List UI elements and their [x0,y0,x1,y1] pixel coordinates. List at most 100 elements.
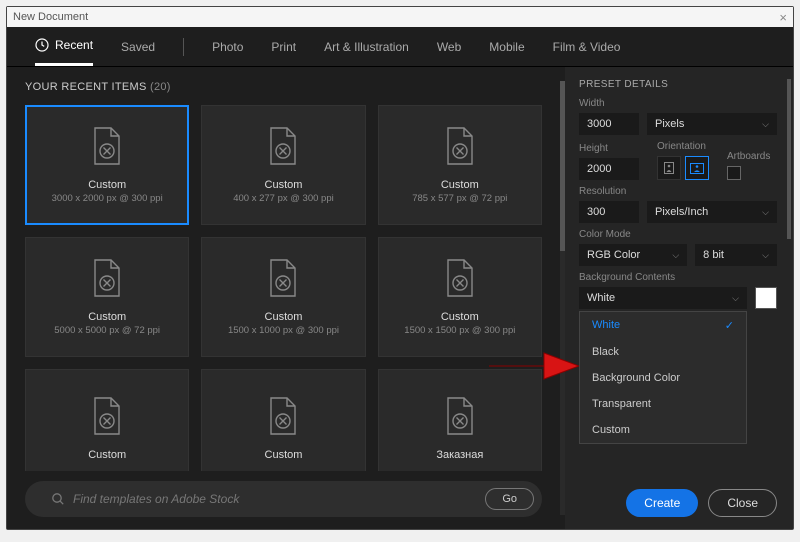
preset-card[interactable]: Custom [25,369,189,471]
file-x-icon [266,126,300,171]
file-x-icon [90,126,124,171]
resolution-input[interactable] [579,201,639,223]
preset-details-title: PRESET DETAILS [579,79,777,90]
preset-name: Заказная [436,449,483,461]
preset-detail: 400 x 277 px @ 300 ppi [233,193,334,204]
preset-name: Custom [265,449,303,461]
chevron-down-icon: ⌵ [762,119,769,130]
file-x-icon [266,396,300,441]
width-label: Width [579,98,777,109]
titlebar: New Document × [7,7,793,27]
height-label: Height [579,143,639,154]
tab-label: Mobile [489,40,524,54]
tab-photo[interactable]: Photo [212,27,243,66]
preset-name: Custom [441,179,479,191]
file-x-icon [443,396,477,441]
chevron-down-icon: ⌵ [762,250,769,261]
tab-mobile[interactable]: Mobile [489,27,524,66]
tab-label: Web [437,40,461,54]
window-title: New Document [13,11,88,23]
bg-option-custom[interactable]: Custom [580,417,746,443]
bitdepth-select[interactable]: 8 bit⌵ [695,244,777,266]
check-icon: ✓ [725,319,734,332]
preset-detail: 5000 x 5000 px @ 72 ppi [54,325,160,336]
search-placeholder: Find templates on Adobe Stock [73,492,485,506]
preset-grid: Custom3000 x 2000 px @ 300 ppiCustom400 … [25,105,542,471]
chevron-down-icon: ⌵ [762,207,769,218]
colormode-label: Color Mode [579,229,777,240]
artboards-label: Artboards [727,151,770,162]
dialog-footer: Create Close [579,479,777,517]
clock-icon [35,38,49,52]
file-x-icon [443,258,477,303]
orientation-landscape[interactable] [685,156,709,180]
tab-label: Art & Illustration [324,40,409,54]
preset-card[interactable]: Заказная [378,369,542,471]
right-scrollbar[interactable] [787,79,791,239]
height-input[interactable] [579,158,639,180]
go-button[interactable]: Go [485,488,534,510]
width-unit-select[interactable]: Pixels⌵ [647,113,777,135]
tab-label: Photo [212,40,243,54]
tab-film[interactable]: Film & Video [553,27,621,66]
preset-card[interactable]: Custom 785 x 577 px @ 72 ppi [378,105,542,225]
close-icon[interactable]: × [779,10,787,25]
bg-select[interactable]: White⌵ [579,287,747,309]
bg-option-bgcolor[interactable]: Background Color [580,365,746,391]
preset-name: Custom [441,311,479,323]
category-tabs: Recent Saved Photo Print Art & Illustrat… [7,27,793,67]
chevron-down-icon: ⌵ [672,250,679,261]
divider [183,38,184,56]
resolution-unit-select[interactable]: Pixels/Inch⌵ [647,201,777,223]
left-panel: YOUR RECENT ITEMS (20) Custom3000 x 2000… [7,67,560,529]
width-input[interactable] [579,113,639,135]
bg-swatch[interactable] [755,287,777,309]
tab-print[interactable]: Print [271,27,296,66]
bg-option-white[interactable]: White✓ [580,312,746,339]
preset-detail: 1500 x 1000 px @ 300 ppi [228,325,339,336]
new-document-dialog: New Document × Recent Saved Photo Print … [6,6,794,530]
preset-card[interactable]: Custom [201,369,365,471]
orientation-label: Orientation [657,141,709,152]
create-button[interactable]: Create [626,489,698,517]
recent-heading: YOUR RECENT ITEMS (20) [25,81,542,93]
tab-art[interactable]: Art & Illustration [324,27,409,66]
file-x-icon [266,258,300,303]
preset-name: Custom [265,179,303,191]
tab-label: Print [271,40,296,54]
preset-details-panel: PRESET DETAILS Width Pixels⌵ Height Orie… [565,67,793,529]
bg-option-transparent[interactable]: Transparent [580,391,746,417]
tab-recent[interactable]: Recent [35,27,93,66]
preset-card[interactable]: Custom 1500 x 1000 px @ 300 ppi [201,237,365,357]
chevron-down-icon: ⌵ [732,293,739,304]
tab-label: Saved [121,40,155,54]
tab-saved[interactable]: Saved [121,27,155,66]
preset-name: Custom [88,449,126,461]
colormode-select[interactable]: RGB Color⌵ [579,244,687,266]
preset-card[interactable]: Custom3000 x 2000 px @ 300 ppi [25,105,189,225]
preset-name: Custom [88,179,126,191]
resolution-label: Resolution [579,186,777,197]
artboards-checkbox[interactable] [727,166,741,180]
bg-label: Background Contents [579,272,777,283]
preset-card[interactable]: Custom 5000 x 5000 px @ 72 ppi [25,237,189,357]
preset-detail: 785 x 577 px @ 72 ppi [412,193,507,204]
close-button[interactable]: Close [708,489,777,517]
bg-dropdown: White✓ Black Background Color Transparen… [579,311,747,444]
recent-count: (20) [150,81,171,93]
preset-card[interactable]: Custom 1500 x 1500 px @ 300 ppi [378,237,542,357]
stock-search[interactable]: Find templates on Adobe Stock Go [25,481,542,517]
file-x-icon [443,126,477,171]
tab-label: Recent [55,38,93,52]
preset-card[interactable]: Custom 400 x 277 px @ 300 ppi [201,105,365,225]
preset-detail: 1500 x 1500 px @ 300 ppi [404,325,515,336]
bg-option-black[interactable]: Black [580,339,746,365]
tab-web[interactable]: Web [437,27,461,66]
preset-name: Custom [88,311,126,323]
preset-name: Custom [265,311,303,323]
search-icon [51,492,65,506]
tab-label: Film & Video [553,40,621,54]
file-x-icon [90,258,124,303]
file-x-icon [90,396,124,441]
orientation-portrait[interactable] [657,156,681,180]
